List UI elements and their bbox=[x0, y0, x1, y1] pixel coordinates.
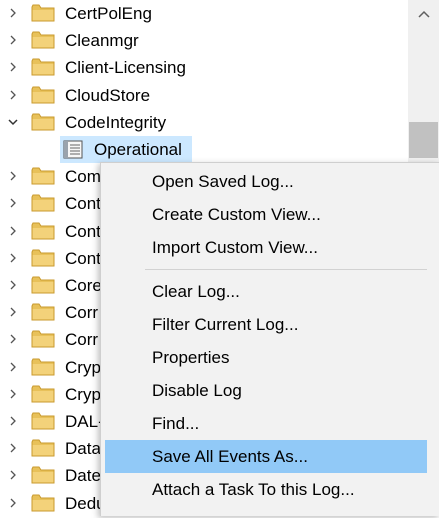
tree-item[interactable]: Client-Licensing bbox=[0, 54, 408, 81]
folder-icon bbox=[31, 248, 55, 268]
folder-icon bbox=[31, 357, 55, 377]
folder-icon bbox=[31, 85, 55, 105]
scroll-thumb[interactable] bbox=[409, 122, 438, 158]
menu-item[interactable]: Clear Log... bbox=[105, 275, 427, 308]
tree-item-label: Cont bbox=[65, 248, 101, 268]
tree-item-label: Date bbox=[65, 466, 101, 486]
menu-item[interactable]: Attach a Task To this Log... bbox=[105, 473, 427, 506]
chevron-right-icon[interactable] bbox=[8, 334, 18, 344]
menu-item-label: Clear Log... bbox=[152, 282, 240, 301]
scroll-up-button[interactable] bbox=[408, 0, 439, 28]
chevron-right-icon[interactable] bbox=[8, 389, 18, 399]
tree-item-label: Core bbox=[65, 276, 102, 295]
tree-item-label: Cryp bbox=[65, 384, 101, 404]
tree-item-label: Cont bbox=[65, 221, 101, 241]
chevron-right-icon[interactable] bbox=[8, 198, 18, 208]
tree-item-label: Client-Licensing bbox=[65, 58, 186, 78]
chevron-right-icon[interactable] bbox=[8, 90, 18, 100]
tree-item-label: CloudStore bbox=[65, 85, 151, 105]
folder-icon bbox=[31, 438, 55, 458]
menu-item-label: Open Saved Log... bbox=[152, 172, 294, 191]
menu-item[interactable]: Properties bbox=[105, 341, 427, 374]
chevron-right-icon[interactable] bbox=[8, 470, 18, 480]
chevron-right-icon[interactable] bbox=[8, 280, 18, 290]
menu-item[interactable]: Open Saved Log... bbox=[105, 165, 427, 198]
chevron-right-icon[interactable] bbox=[8, 443, 18, 453]
folder-icon bbox=[31, 57, 55, 77]
menu-item-label: Filter Current Log... bbox=[152, 315, 299, 334]
tree-item-label: Data bbox=[65, 439, 101, 459]
menu-item-label: Save All Events As... bbox=[152, 447, 308, 466]
folder-icon bbox=[31, 302, 55, 322]
context-menu: Open Saved Log... Create Custom View... Im… bbox=[100, 162, 439, 516]
folder-icon bbox=[31, 193, 55, 213]
tree-item-label: CertPolEng bbox=[65, 4, 152, 23]
folder-icon bbox=[31, 465, 55, 485]
folder-icon bbox=[31, 411, 55, 431]
menu-item-label: Disable Log bbox=[152, 381, 242, 400]
chevron-down-icon[interactable] bbox=[8, 117, 18, 127]
folder-icon bbox=[31, 221, 55, 241]
tree-item[interactable]: Cleanmgr bbox=[0, 27, 408, 54]
menu-item[interactable]: Filter Current Log... bbox=[105, 308, 427, 341]
menu-item[interactable]: Save All Events As... bbox=[105, 440, 427, 473]
chevron-right-icon[interactable] bbox=[8, 35, 18, 45]
chevron-right-icon[interactable] bbox=[8, 253, 18, 263]
tree-item-label: Com bbox=[65, 167, 101, 187]
menu-item[interactable]: Create Custom View... bbox=[105, 198, 427, 231]
tree-item[interactable]: CodeIntegrity bbox=[0, 109, 408, 136]
tree-item-label: Operational bbox=[94, 140, 182, 159]
folder-icon bbox=[31, 3, 55, 23]
tree-item[interactable]: CloudStore bbox=[0, 82, 408, 109]
menu-separator bbox=[145, 269, 427, 270]
tree-item-label: Cont bbox=[65, 194, 101, 214]
folder-icon bbox=[31, 166, 55, 186]
chevron-right-icon[interactable] bbox=[8, 171, 18, 181]
tree-item[interactable]: Operational bbox=[0, 136, 408, 163]
menu-item-label: Create Custom View... bbox=[152, 205, 321, 224]
event-log-icon bbox=[63, 140, 83, 159]
folder-icon bbox=[31, 384, 55, 404]
chevron-right-icon[interactable] bbox=[8, 307, 18, 317]
tree-item-label: DAL- bbox=[65, 412, 104, 431]
menu-item[interactable]: Find... bbox=[105, 407, 427, 440]
menu-item[interactable]: Disable Log bbox=[105, 374, 427, 407]
tree-item-label: Cleanmgr bbox=[65, 31, 139, 51]
chevron-right-icon[interactable] bbox=[8, 416, 18, 426]
chevron-right-icon[interactable] bbox=[8, 226, 18, 236]
tree-item-label: CodeIntegrity bbox=[65, 112, 167, 132]
menu-item-label: Attach a Task To this Log... bbox=[152, 480, 355, 499]
tree-item[interactable]: CertPolEng bbox=[0, 0, 408, 27]
chevron-right-icon[interactable] bbox=[8, 62, 18, 72]
tree-item-label: Corr bbox=[65, 330, 99, 350]
chevron-right-icon[interactable] bbox=[8, 362, 18, 372]
chevron-right-icon[interactable] bbox=[8, 498, 18, 508]
folder-icon bbox=[31, 275, 55, 295]
menu-item-label: Import Custom View... bbox=[152, 238, 318, 257]
folder-icon bbox=[31, 30, 55, 50]
chevron-right-icon[interactable] bbox=[8, 8, 18, 18]
menu-item[interactable]: Import Custom View... bbox=[105, 231, 427, 264]
folder-icon bbox=[31, 329, 55, 349]
folder-icon bbox=[31, 493, 55, 513]
folder-icon bbox=[31, 112, 55, 132]
tree-item-label: Corr bbox=[65, 303, 99, 323]
tree-item-label: Cryp bbox=[65, 357, 101, 377]
menu-item-label: Find... bbox=[152, 414, 200, 433]
menu-item-label: Properties bbox=[152, 348, 230, 367]
chevron-up-icon bbox=[417, 10, 430, 18]
